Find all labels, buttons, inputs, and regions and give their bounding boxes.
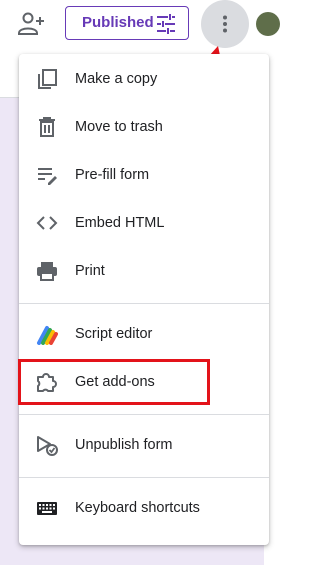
person-add-icon[interactable]: [17, 11, 45, 37]
menu-item-label: Keyboard shortcuts: [75, 500, 200, 516]
menu-item-move-to-trash[interactable]: Move to trash: [19, 103, 269, 151]
menu-item-label: Embed HTML: [75, 215, 165, 231]
copy-icon: [38, 69, 57, 89]
puzzle-icon: [37, 373, 57, 392]
menu-item-keyboard-shortcuts[interactable]: Keyboard shortcuts: [19, 484, 269, 532]
menu-item-get-addons[interactable]: Get add-ons: [19, 358, 269, 406]
menu-divider: [19, 303, 269, 304]
more-vert-icon: [223, 15, 227, 33]
menu-item-label: Pre-fill form: [75, 167, 150, 183]
menu-item-unpublish-form[interactable]: Unpublish form: [19, 421, 269, 469]
menu-item-prefill-form[interactable]: Pre-fill form: [19, 151, 269, 199]
menu-item-print[interactable]: Print: [19, 247, 269, 295]
code-icon: [36, 216, 58, 230]
avatar[interactable]: [256, 12, 280, 36]
menu-item-label: Make a copy: [75, 71, 158, 87]
apps-script-icon: [37, 326, 58, 345]
menu-item-make-copy[interactable]: Make a copy: [19, 55, 269, 103]
menu-item-label: Get add-ons: [75, 374, 155, 390]
prefill-icon: [38, 168, 57, 185]
tune-icon: [157, 14, 175, 34]
print-icon: [37, 262, 57, 281]
keyboard-icon: [37, 502, 57, 515]
menu-item-script-editor[interactable]: Script editor: [19, 310, 269, 358]
trash-icon: [39, 117, 55, 137]
menu-item-label: Print: [75, 263, 105, 279]
menu-divider: [19, 414, 269, 415]
menu-item-label: Move to trash: [75, 119, 163, 135]
more-options-menu: Make a copy Move to trash Pre-fill form …: [19, 54, 269, 545]
published-button[interactable]: Published: [65, 6, 189, 40]
menu-divider: [19, 477, 269, 478]
menu-item-embed-html[interactable]: Embed HTML: [19, 199, 269, 247]
menu-item-label: Script editor: [75, 326, 153, 342]
unpublish-icon: [37, 436, 58, 456]
published-label: Published: [82, 14, 154, 31]
menu-item-label: Unpublish form: [75, 437, 173, 453]
